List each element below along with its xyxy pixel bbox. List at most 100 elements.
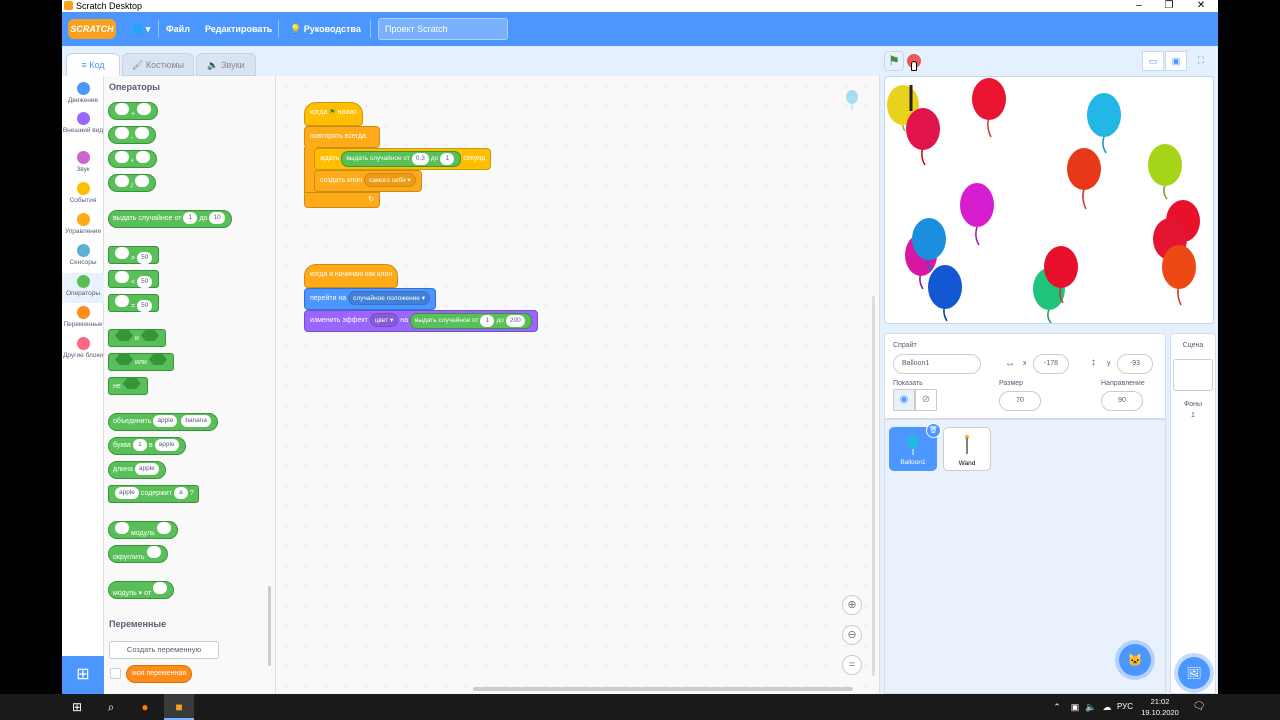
clock[interactable]: 21:02 19.10.2020 — [1140, 696, 1180, 718]
fullscreen-button[interactable]: ⛶ — [1190, 51, 1212, 71]
slot[interactable]: apple — [115, 487, 139, 499]
direction-input[interactable]: 90 — [1101, 391, 1143, 411]
language-menu[interactable]: 🌐 ▾ — [132, 12, 150, 46]
minimize-button[interactable]: – — [1124, 0, 1154, 12]
slot[interactable]: 10 — [209, 212, 225, 224]
firefox-icon[interactable]: ● — [130, 694, 160, 720]
choose-sprite-button[interactable]: 🐱 — [1119, 644, 1151, 676]
maximize-button[interactable]: ❐ — [1154, 0, 1184, 12]
random-reporter[interactable]: выдать случайное от 1 до 200 — [409, 313, 532, 329]
size-input[interactable]: 70 — [999, 391, 1041, 411]
x-position-input[interactable]: -178 — [1033, 354, 1069, 374]
go-to-target-dropdown[interactable]: случайное положение ▾ — [348, 291, 430, 305]
slot[interactable] — [135, 127, 150, 139]
language-indicator[interactable]: РУС — [1110, 694, 1140, 720]
bool-slot[interactable] — [115, 354, 133, 365]
slot[interactable] — [156, 522, 171, 534]
tab-code[interactable]: ≡ Код — [66, 53, 120, 76]
palette-scrollbar[interactable] — [268, 586, 271, 666]
tab-costumes[interactable]: 🖌 Костюмы — [122, 53, 194, 76]
clone-target-dropdown[interactable]: самого себя ▾ — [364, 173, 416, 187]
slot[interactable]: 50 — [137, 300, 153, 312]
search-icon[interactable]: ⌕ — [96, 694, 126, 720]
when-flag-clicked-hat[interactable]: когда ⚑ нажат — [304, 102, 363, 126]
contains-block[interactable]: apple содержит a? — [108, 485, 199, 503]
slot[interactable] — [115, 127, 129, 139]
slot[interactable]: 50 — [137, 276, 153, 288]
letter-of-block[interactable]: буква 1 в apple — [108, 437, 186, 455]
category-sensing[interactable]: Сенсоры — [62, 244, 104, 266]
large-stage-button[interactable]: ▣ — [1165, 51, 1187, 71]
green-flag-button[interactable]: ⚑ — [884, 51, 904, 71]
go-to-block[interactable]: перейти на случайное положение ▾ — [304, 288, 436, 310]
file-menu[interactable]: Файл — [166, 12, 190, 46]
slot[interactable]: apple — [134, 463, 159, 475]
zoom-in-button[interactable]: ⊕ — [842, 595, 862, 615]
project-title-input[interactable]: Проект Scratch — [378, 18, 508, 40]
add-extension-button[interactable]: ⊞ — [62, 656, 104, 694]
less-than-block[interactable]: <50 — [108, 270, 160, 288]
backdrop-thumbnail[interactable] — [1173, 359, 1213, 391]
slot[interactable]: apple — [154, 439, 179, 451]
random-reporter[interactable]: выдать случайное от 0.3 до 1 — [341, 151, 462, 167]
scratch-taskbar-icon[interactable]: ■ — [164, 694, 194, 720]
my-variable-block[interactable]: моя переменная — [126, 665, 193, 683]
show-visible-button[interactable]: ◉ — [893, 389, 915, 411]
category-motion[interactable]: Движение — [62, 82, 104, 104]
subtract-block[interactable]: - — [108, 126, 157, 144]
slot[interactable] — [115, 271, 129, 283]
tab-sounds[interactable]: 🔈 Звуки — [196, 53, 256, 76]
effect-dropdown[interactable]: цвет ▾ — [369, 313, 399, 327]
slot[interactable] — [153, 582, 168, 594]
zoom-out-button[interactable]: ⊖ — [842, 625, 862, 645]
greater-than-block[interactable]: >50 — [108, 246, 160, 264]
slot[interactable]: 0.3 — [411, 153, 429, 165]
y-position-input[interactable]: -93 — [1117, 354, 1153, 374]
slot[interactable] — [115, 522, 129, 534]
sprite-card-wand[interactable]: Wand — [943, 427, 991, 471]
join-block[interactable]: объединить apple banana — [108, 413, 219, 431]
close-button[interactable]: ✕ — [1186, 0, 1216, 12]
category-my-blocks[interactable]: Другие блоки — [62, 337, 104, 359]
category-variables[interactable]: Переменные — [62, 306, 104, 328]
divide-block[interactable]: / — [108, 174, 156, 192]
mod-block[interactable]: модуль — [108, 521, 178, 539]
wait-block[interactable]: ждать выдать случайное от 0.3 до 1 секунд — [314, 148, 492, 170]
bool-slot[interactable] — [140, 330, 159, 341]
show-hidden-button[interactable]: ⊘ — [915, 389, 937, 411]
slot[interactable] — [137, 103, 152, 115]
tutorials-menu[interactable]: 💡 Руководства — [290, 12, 361, 46]
when-clone-start-hat[interactable]: когда я начинаю как клон — [304, 264, 399, 288]
bool-slot[interactable] — [122, 378, 141, 389]
category-events[interactable]: События — [62, 182, 104, 204]
round-block[interactable]: округлить — [108, 545, 168, 563]
forever-block[interactable]: повторять всегда — [304, 126, 380, 148]
random-block[interactable]: выдать случайное от 1 до 10 — [108, 210, 232, 228]
category-operators[interactable]: Операторы — [62, 273, 104, 303]
category-looks[interactable]: Внешний вид — [62, 112, 104, 134]
slot[interactable] — [115, 175, 129, 187]
slot[interactable] — [115, 295, 129, 307]
change-effect-block[interactable]: изменить эффект цвет ▾ на выдать случайн… — [304, 310, 538, 332]
sprite-name-input[interactable]: Balloon1 — [893, 354, 981, 374]
category-control[interactable]: Управление — [62, 213, 104, 235]
slot[interactable]: 1 — [132, 439, 147, 451]
variable-checkbox[interactable] — [110, 668, 121, 679]
slot[interactable] — [134, 175, 149, 187]
add-block[interactable]: + — [108, 102, 159, 120]
slot[interactable] — [135, 151, 150, 163]
stage-canvas[interactable] — [884, 76, 1214, 324]
slot[interactable]: 1 — [480, 315, 495, 327]
scene-panel[interactable]: Сцена Фоны 1 🖼 — [1170, 333, 1216, 694]
slot[interactable] — [115, 151, 129, 163]
or-block[interactable]: или — [108, 353, 174, 371]
slot[interactable] — [115, 103, 129, 115]
windows-start-icon[interactable]: ⊞ — [62, 694, 92, 720]
sprite-card-balloon1[interactable]: Balloon1 🗑 — [889, 423, 941, 471]
slot[interactable]: apple — [153, 415, 178, 427]
multiply-block[interactable]: * — [108, 150, 157, 168]
slot[interactable] — [115, 247, 129, 259]
slot[interactable] — [146, 546, 161, 558]
scratch-logo[interactable]: SCRATCH — [68, 19, 116, 39]
math-op-block[interactable]: модуль ▾ от — [108, 581, 175, 599]
